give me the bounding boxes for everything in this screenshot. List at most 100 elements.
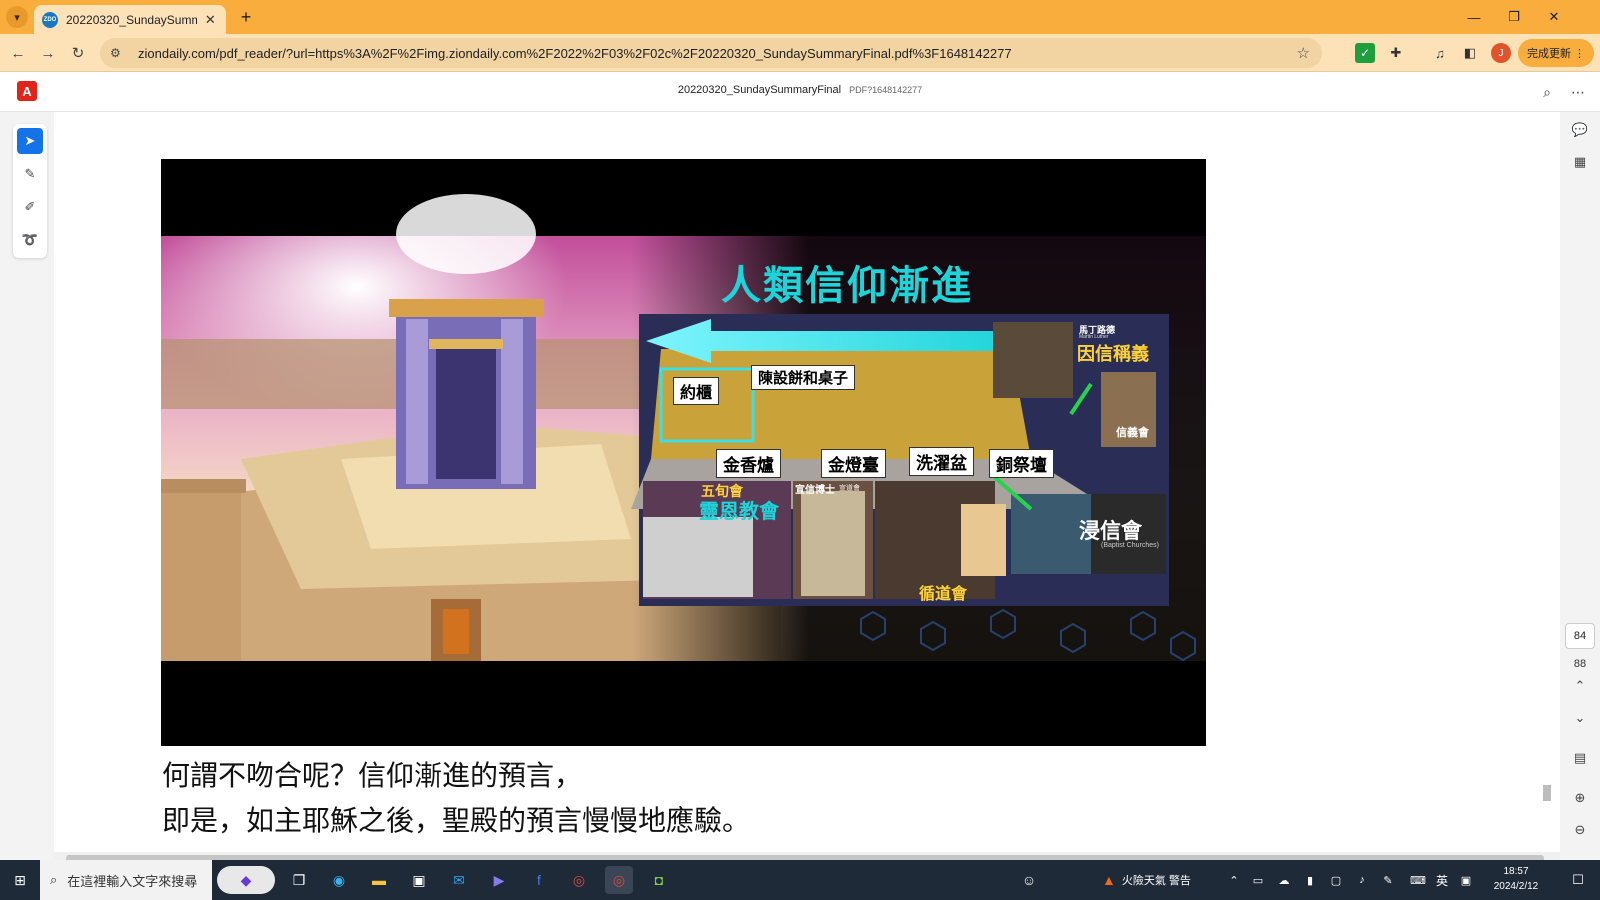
- site-info-icon[interactable]: ⚙: [110, 46, 128, 60]
- tab-search-button[interactable]: ▾: [6, 6, 28, 28]
- tab-active[interactable]: ZDO 20220320_SundaySummaryF ✕: [34, 5, 226, 34]
- label-laver: 洗濯盆: [909, 447, 974, 476]
- zoom-out-icon[interactable]: ⊖: [1570, 820, 1590, 840]
- url-text[interactable]: ziondaily.com/pdf_reader/?url=https%3A%2…: [138, 46, 1288, 61]
- mail-icon[interactable]: ✉: [445, 866, 473, 894]
- weather-widget[interactable]: ▲ 火險天氣 警告: [1102, 860, 1191, 900]
- highlight-tool-button[interactable]: ✐: [17, 194, 43, 220]
- site-favicon-icon: ZDO: [42, 11, 58, 28]
- tab-title: 20220320_SundaySummaryF: [66, 12, 197, 27]
- select-tool-button[interactable]: ➤: [17, 128, 43, 154]
- network-icon[interactable]: ▢: [1322, 866, 1350, 894]
- lasso-icon: ➰: [21, 232, 39, 247]
- copilot-icon: ◆: [240, 871, 252, 888]
- search-icon: ⌕: [50, 872, 58, 887]
- label-justification: 因信稱義: [1077, 344, 1149, 364]
- page-fit-icon[interactable]: ▤: [1570, 748, 1590, 768]
- more-options-icon[interactable]: ⋯: [1568, 82, 1588, 102]
- close-tab-icon[interactable]: ✕: [203, 12, 218, 28]
- taskbar-clock[interactable]: 18:57 2024/2/12: [1486, 864, 1546, 894]
- thumbnails-grid-icon[interactable]: ▦: [1570, 152, 1590, 172]
- label-ark: 約櫃: [673, 377, 720, 405]
- label-altar: 銅祭壇: [989, 449, 1054, 478]
- slide-headline: 人類信仰漸進: [721, 263, 973, 309]
- pen-icon[interactable]: ✎: [1374, 866, 1402, 894]
- media-player-icon[interactable]: ▶: [485, 866, 513, 894]
- label-doctor: 宣信博士: [795, 485, 835, 496]
- vertical-scroll-thumb[interactable]: [1543, 785, 1551, 801]
- ime-mode-icon[interactable]: ▣: [1452, 866, 1480, 894]
- extensions-puzzle-icon[interactable]: ✚: [1386, 43, 1406, 63]
- taskbar-search-box[interactable]: ⌕ 在這裡輸入文字來搜尋: [40, 860, 212, 900]
- search-icon[interactable]: ⌕: [1537, 82, 1557, 102]
- annotation-toolbar: ➤ ✎ ✐ ➰: [13, 124, 47, 258]
- reload-button[interactable]: ↻: [66, 41, 90, 65]
- next-page-icon[interactable]: ⌄: [1570, 708, 1590, 728]
- meet-icon[interactable]: ▭: [1244, 866, 1272, 894]
- add-comment-button[interactable]: ✎: [17, 161, 43, 187]
- browser-toolbar: ← → ↻ ⚙ ziondaily.com/pdf_reader/?url=ht…: [0, 34, 1600, 72]
- browser-window: ▾ ZDO 20220320_SundaySummaryF ✕ + — ❐ ✕ …: [0, 0, 1600, 900]
- restore-button[interactable]: ❐: [1494, 0, 1534, 34]
- arrow-right-icon: →: [40, 44, 56, 62]
- volume-icon[interactable]: ♪: [1348, 866, 1376, 894]
- profile-avatar[interactable]: J: [1491, 43, 1511, 63]
- bookmark-star-icon[interactable]: ☆: [1297, 44, 1310, 62]
- document-subtitle: PDF?1648142277: [849, 85, 923, 95]
- fire-icon: ▲: [1102, 872, 1116, 888]
- label-baptist: 浸信會: [1079, 520, 1142, 543]
- page-text-line-2: 即是，如主耶穌之後，聖殿的預言慢慢地應驗。: [162, 804, 751, 837]
- label-table: 陳設餅和桌子: [751, 365, 856, 390]
- task-view-icon[interactable]: ❐: [285, 866, 313, 894]
- document-name: 20220320_SundaySummaryFinal: [677, 84, 842, 96]
- side-panel-icon[interactable]: ◧: [1460, 43, 1480, 63]
- label-methodist: 循道會: [919, 586, 968, 603]
- cursor-arrow-icon: ➤: [24, 133, 36, 148]
- pdf-viewer-area: ➤ ✎ ✐ ➰ 人類信仰漸進 約櫃 陳設餅和桌子 金香爐 金燈臺 洗濯盆 銅祭壇…: [0, 112, 1600, 860]
- onedrive-icon[interactable]: ☁: [1270, 866, 1298, 894]
- new-tab-button[interactable]: +: [234, 5, 258, 29]
- facebook-icon[interactable]: f: [525, 866, 553, 894]
- battery-icon[interactable]: ▮: [1296, 866, 1324, 894]
- minimize-button[interactable]: —: [1454, 0, 1494, 34]
- address-bar[interactable]: ⚙ ziondaily.com/pdf_reader/?url=https%3A…: [100, 38, 1322, 68]
- file-explorer-icon[interactable]: ▬: [365, 866, 393, 894]
- clock-time: 18:57: [1503, 866, 1529, 877]
- chrome-profile-icon[interactable]: ◎: [605, 866, 633, 894]
- vertical-scrollbar[interactable]: [1541, 112, 1553, 860]
- people-icon[interactable]: ☺: [1015, 866, 1043, 894]
- clock-date: 2024/2/12: [1493, 881, 1539, 892]
- horizontal-scrollbar[interactable]: [54, 852, 1560, 860]
- slide-image: 人類信仰漸進 約櫃 陳設餅和桌子 金香爐 金燈臺 洗濯盆 銅祭壇 馬丁路德 Ma…: [161, 159, 1206, 746]
- forward-button[interactable]: →: [36, 41, 60, 65]
- start-button[interactable]: ⊞: [6, 866, 34, 894]
- pdf-viewer-header: A 20220320_SundaySummaryFinal PDF?1648142…: [0, 72, 1600, 112]
- freehand-tool-button[interactable]: ➰: [17, 227, 43, 253]
- copilot-button[interactable]: ◆: [217, 866, 275, 894]
- android-icon[interactable]: ◘: [645, 866, 673, 894]
- reload-icon: ↻: [71, 45, 85, 62]
- chrome-icon[interactable]: ◎: [565, 866, 593, 894]
- label-lampstand: 金燈臺: [821, 449, 886, 478]
- current-page-input[interactable]: 84: [1565, 623, 1595, 649]
- zoom-in-icon[interactable]: ⊕: [1570, 788, 1590, 808]
- right-rail: 💬 ▦ 84 88 ⌃ ⌄ ▤ ⊕ ⊖: [1560, 112, 1600, 860]
- page-text-line-1: 何謂不吻合呢？信仰漸進的預言，: [162, 759, 583, 792]
- store-icon[interactable]: ▣: [405, 866, 433, 894]
- media-control-icon[interactable]: ♫: [1430, 43, 1450, 63]
- edge-icon[interactable]: ◉: [325, 866, 353, 894]
- tab-strip: ▾ ZDO 20220320_SundaySummaryF ✕ + — ❐ ✕: [0, 0, 1600, 34]
- close-window-button[interactable]: ✕: [1534, 0, 1574, 34]
- extension-check-icon[interactable]: ✓: [1355, 43, 1375, 63]
- back-button[interactable]: ←: [6, 41, 30, 65]
- notifications-icon[interactable]: ☐: [1564, 866, 1592, 894]
- comments-icon[interactable]: 💬: [1570, 120, 1590, 140]
- minimize-icon: —: [1467, 9, 1481, 25]
- comment-plus-icon: ✎: [24, 166, 36, 181]
- update-button[interactable]: 完成更新 ⋮: [1518, 39, 1594, 67]
- label-baptist-en: (Baptist Churches): [1101, 542, 1159, 549]
- label-charismatic: 靈恩教會: [699, 501, 779, 523]
- document-title: 20220320_SundaySummaryFinal PDF?164814227…: [0, 84, 1600, 96]
- windows-logo-icon: ⊞: [14, 871, 26, 888]
- previous-page-icon[interactable]: ⌃: [1570, 676, 1590, 696]
